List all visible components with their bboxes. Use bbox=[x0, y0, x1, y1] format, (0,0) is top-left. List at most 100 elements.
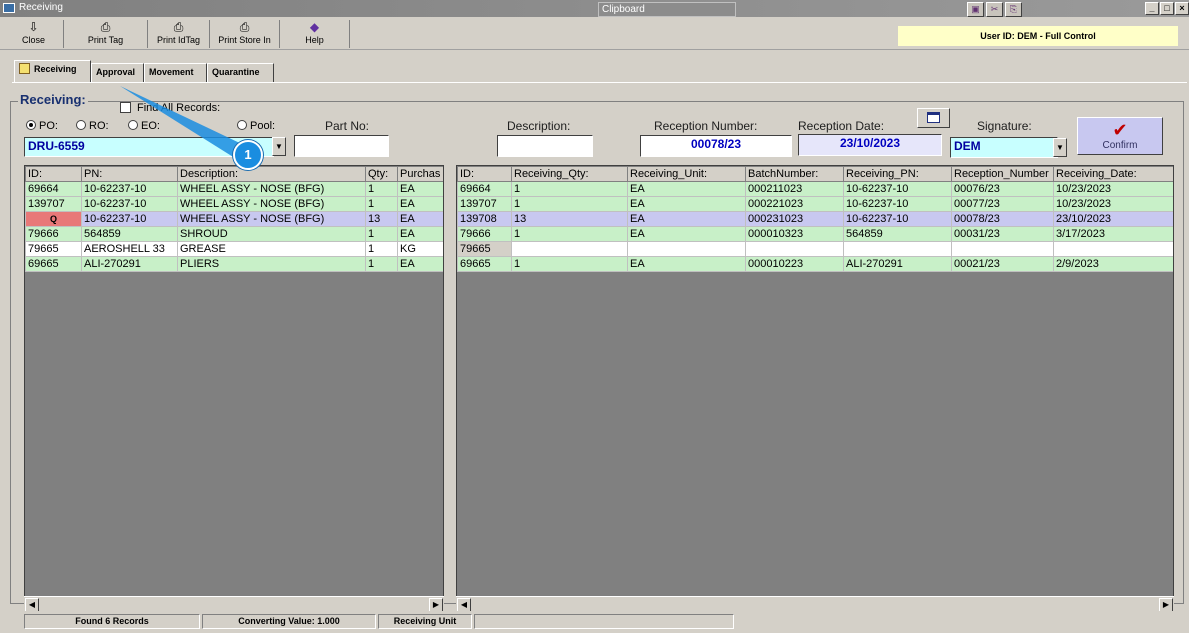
column-header[interactable]: Receiving_Qty: bbox=[511, 166, 628, 182]
table-cell[interactable]: 69665 bbox=[25, 256, 82, 272]
table-cell[interactable]: 10-62237-10 bbox=[843, 211, 952, 227]
receiving-grid-scrollbar[interactable]: ◀ ▶ bbox=[456, 596, 1174, 612]
tray-icon-2[interactable]: ✂ bbox=[986, 2, 1003, 17]
table-cell[interactable] bbox=[951, 241, 1054, 257]
table-row[interactable]: Q 10-62237-10 WHEEL ASSY - NOSE (BFG) 13 EA bbox=[25, 211, 443, 227]
radio-dot[interactable] bbox=[128, 120, 138, 130]
table-cell[interactable]: GREASE bbox=[177, 241, 366, 257]
tab-movement[interactable]: Movement bbox=[144, 63, 207, 82]
column-header[interactable]: Reception_Number bbox=[951, 166, 1054, 182]
part-no-input[interactable] bbox=[294, 135, 389, 157]
column-header[interactable]: Receiving_Date: bbox=[1053, 166, 1173, 182]
table-cell[interactable]: 10-62237-10 bbox=[81, 211, 178, 227]
table-cell[interactable]: 10/23/2023 bbox=[1053, 196, 1173, 212]
table-cell[interactable]: SHROUD bbox=[177, 226, 366, 242]
table-cell[interactable]: EA bbox=[627, 226, 746, 242]
table-cell[interactable]: 13 bbox=[365, 211, 398, 227]
table-cell[interactable] bbox=[627, 241, 746, 257]
print-store-in-button[interactable]: ⎙ Print Store In bbox=[210, 20, 280, 48]
table-cell[interactable]: 1 bbox=[365, 226, 398, 242]
table-row[interactable]: 69665 ALI-270291 PLIERS 1 EA bbox=[25, 256, 443, 272]
table-cell[interactable]: 69664 bbox=[25, 181, 82, 197]
table-row[interactable]: 79665 bbox=[457, 241, 1173, 257]
tab-quarantine[interactable]: Quarantine bbox=[207, 63, 274, 82]
table-cell[interactable] bbox=[745, 241, 844, 257]
table-cell[interactable]: 69664 bbox=[457, 181, 512, 197]
table-cell[interactable]: 1 bbox=[511, 181, 628, 197]
radio-po[interactable]: PO: bbox=[26, 120, 58, 132]
table-cell[interactable]: 10-62237-10 bbox=[81, 196, 178, 212]
table-cell[interactable]: WHEEL ASSY - NOSE (BFG) bbox=[177, 211, 366, 227]
close-window-button[interactable]: × bbox=[1175, 2, 1189, 15]
column-header[interactable]: Qty: bbox=[365, 166, 398, 182]
clipboard-field[interactable]: Clipboard bbox=[598, 2, 736, 17]
table-cell[interactable]: 139708 bbox=[457, 211, 512, 227]
table-cell[interactable]: ALI-270291 bbox=[81, 256, 178, 272]
table-cell[interactable]: 1 bbox=[511, 196, 628, 212]
radio-dot[interactable] bbox=[26, 120, 36, 130]
table-cell[interactable]: 000010323 bbox=[745, 226, 844, 242]
column-header[interactable]: ID: bbox=[25, 166, 82, 182]
column-header[interactable]: ID: bbox=[457, 166, 512, 182]
tab-receiving[interactable]: Receiving bbox=[14, 60, 91, 82]
table-row[interactable]: 139707 10-62237-10 WHEEL ASSY - NOSE (BFG)… bbox=[25, 196, 443, 212]
table-cell[interactable]: 1 bbox=[365, 181, 398, 197]
table-cell[interactable]: 79666 bbox=[25, 226, 82, 242]
scroll-right-icon[interactable]: ▶ bbox=[1159, 598, 1173, 612]
table-cell[interactable]: AEROSHELL 33 bbox=[81, 241, 178, 257]
table-cell[interactable]: 79665 bbox=[457, 241, 512, 257]
table-cell[interactable]: 00077/23 bbox=[951, 196, 1054, 212]
table-cell[interactable]: 1 bbox=[511, 226, 628, 242]
table-cell[interactable]: 00076/23 bbox=[951, 181, 1054, 197]
table-cell[interactable]: 79665 bbox=[25, 241, 82, 257]
radio-dot[interactable] bbox=[237, 120, 247, 130]
table-cell[interactable]: EA bbox=[397, 196, 443, 212]
table-cell[interactable]: 564859 bbox=[81, 226, 178, 242]
maximize-button[interactable]: □ bbox=[1160, 2, 1174, 15]
column-header[interactable]: BatchNumber: bbox=[745, 166, 844, 182]
table-cell[interactable]: 1 bbox=[365, 256, 398, 272]
table-cell[interactable]: 69665 bbox=[457, 256, 512, 272]
table-cell[interactable]: KG bbox=[397, 241, 443, 257]
table-cell[interactable]: 10-62237-10 bbox=[843, 181, 952, 197]
table-cell[interactable]: EA bbox=[627, 211, 746, 227]
table-cell[interactable]: 13 bbox=[511, 211, 628, 227]
table-cell[interactable]: 000221023 bbox=[745, 196, 844, 212]
radio-ro[interactable]: RO: bbox=[76, 120, 109, 132]
table-cell[interactable]: 000231023 bbox=[745, 211, 844, 227]
table-cell[interactable]: EA bbox=[397, 211, 443, 227]
table-row[interactable]: 69664 1 EA 000211023 10-62237-10 00076/23 10/2… bbox=[457, 181, 1173, 197]
table-cell[interactable]: 00031/23 bbox=[951, 226, 1054, 242]
table-cell[interactable]: 139707 bbox=[25, 196, 82, 212]
table-row[interactable]: 69665 1 EA 000010223 ALI-270291 00021/23 2/9/2… bbox=[457, 256, 1173, 272]
table-cell[interactable]: 2/9/2023 bbox=[1053, 256, 1173, 272]
column-header[interactable]: PN: bbox=[81, 166, 178, 182]
table-cell[interactable]: 1 bbox=[365, 241, 398, 257]
table-cell[interactable]: EA bbox=[397, 256, 443, 272]
table-cell[interactable] bbox=[1053, 241, 1173, 257]
table-cell[interactable] bbox=[511, 241, 628, 257]
tab-approval[interactable]: Approval bbox=[91, 63, 144, 82]
table-cell[interactable]: 1 bbox=[511, 256, 628, 272]
signature-dropdown-arrow[interactable]: ▼ bbox=[1053, 138, 1067, 157]
table-row[interactable]: 139707 1 EA 000221023 10-62237-10 00077/23 10/… bbox=[457, 196, 1173, 212]
column-header[interactable]: Purchas bbox=[397, 166, 443, 182]
quarantine-badge[interactable]: Q bbox=[25, 211, 82, 227]
table-row[interactable]: 79666 564859 SHROUD 1 EA bbox=[25, 226, 443, 242]
table-cell[interactable]: 00078/23 bbox=[951, 211, 1054, 227]
table-cell[interactable]: 3/17/2023 bbox=[1053, 226, 1173, 242]
table-row[interactable]: 69664 10-62237-10 WHEEL ASSY - NOSE (BFG) 1… bbox=[25, 181, 443, 197]
table-cell[interactable]: 10-62237-10 bbox=[843, 196, 952, 212]
table-cell[interactable]: 000211023 bbox=[745, 181, 844, 197]
table-cell[interactable]: 00021/23 bbox=[951, 256, 1054, 272]
table-cell[interactable]: WHEEL ASSY - NOSE (BFG) bbox=[177, 181, 366, 197]
parts-grid-scrollbar[interactable]: ◀ ▶ bbox=[24, 596, 444, 612]
table-cell[interactable]: WHEEL ASSY - NOSE (BFG) bbox=[177, 196, 366, 212]
table-cell[interactable]: 79666 bbox=[457, 226, 512, 242]
table-cell[interactable]: EA bbox=[627, 256, 746, 272]
signature-combo[interactable]: DEM bbox=[950, 137, 1058, 158]
table-row[interactable]: 79666 1 EA 000010323 564859 00031/23 3/17/2023 bbox=[457, 226, 1173, 242]
confirm-button[interactable]: ✔ Confirm bbox=[1077, 117, 1163, 155]
scroll-left-icon[interactable]: ◀ bbox=[457, 598, 471, 612]
table-cell[interactable]: EA bbox=[397, 181, 443, 197]
